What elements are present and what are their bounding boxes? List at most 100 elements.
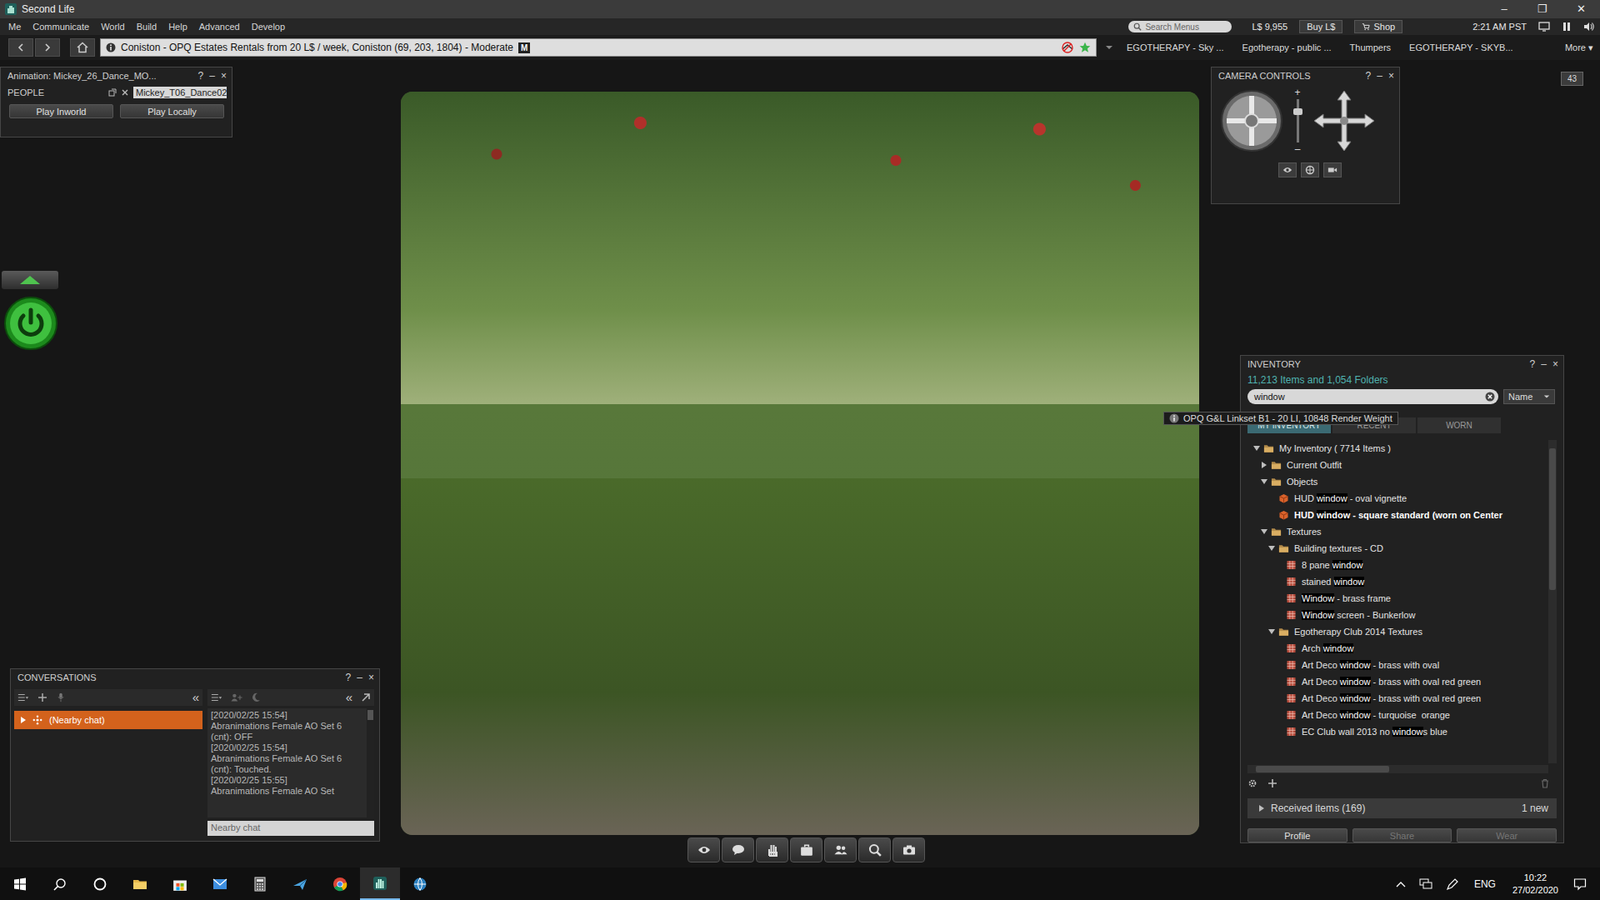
chat-toolbar-button[interactable] [721, 837, 755, 863]
pen-icon[interactable] [1445, 877, 1460, 891]
file-explorer-button[interactable] [120, 867, 160, 900]
expander[interactable] [1275, 727, 1284, 736]
balance[interactable]: L$ 9,955 [1251, 21, 1288, 32]
expander[interactable] [1275, 660, 1284, 670]
expander[interactable] [1260, 460, 1269, 470]
world-viewport[interactable]: Animation: Mickey_26_Dance_MO...?–× PEOPL… [0, 60, 1600, 868]
camera-toolbar-button[interactable] [687, 837, 720, 863]
trash-icon[interactable] [1540, 778, 1550, 789]
inventory-row[interactable]: Objects [1247, 473, 1549, 490]
camera-modes-button[interactable] [1300, 162, 1320, 178]
floater-control-button[interactable]: ? [1530, 358, 1536, 370]
inventory-toolbar-button[interactable] [790, 837, 823, 863]
inventory-row[interactable]: Art Deco window - brass with oval red gr… [1247, 690, 1549, 707]
expander-triangle-icon[interactable] [1268, 545, 1275, 551]
location-history-dropdown-icon[interactable] [1105, 43, 1114, 52]
moon-icon[interactable] [250, 692, 261, 703]
chat-scroll-thumb[interactable] [367, 710, 374, 720]
animation-floater-header[interactable]: Animation: Mickey_26_Dance_MO...?–× [0, 67, 232, 85]
speaker-icon[interactable] [1583, 20, 1595, 33]
location-field[interactable]: Coniston - OPQ Estates Rentals from 20 L… [100, 38, 1097, 57]
floater-control-button[interactable]: × [220, 70, 227, 82]
scene-view[interactable] [400, 91, 1200, 835]
expander[interactable] [1267, 544, 1276, 553]
window-control-button[interactable]: – [1485, 0, 1524, 19]
search-button[interactable] [40, 867, 80, 900]
gestures-toolbar-button[interactable] [755, 837, 789, 863]
chat-options-icon[interactable] [210, 691, 223, 704]
menu-item[interactable]: World [100, 21, 125, 32]
cortana-button[interactable] [80, 867, 120, 900]
plus-icon[interactable] [1267, 778, 1278, 789]
favorite-landmark[interactable]: EGOTHERAPY - Sky ... [1126, 42, 1225, 53]
expander-triangle-icon[interactable] [1253, 445, 1260, 451]
expander-triangle-icon[interactable] [1259, 805, 1265, 812]
expander-triangle-icon[interactable] [1268, 629, 1275, 635]
expander[interactable] [1252, 444, 1261, 453]
expander[interactable] [1275, 594, 1284, 603]
zoom-plus[interactable]: + [1294, 87, 1300, 98]
monitor-icon[interactable] [1538, 20, 1550, 33]
snapshot-toolbar-button[interactable] [892, 837, 925, 863]
view-options-icon[interactable] [17, 691, 30, 704]
back-button[interactable] [8, 38, 34, 57]
inventory-row[interactable]: Art Deco window - turquoise orange [1247, 706, 1549, 724]
forward-button[interactable] [35, 38, 60, 57]
buy-currency-button[interactable]: Buy L$ [1299, 20, 1343, 34]
nearby-chat-input[interactable]: Nearby chat [207, 820, 375, 836]
plus-icon[interactable] [37, 692, 48, 703]
inventory-row[interactable]: EC Club wall 2013 no windows blue [1247, 723, 1549, 740]
conversations-floater-header[interactable]: CONVERSATIONS?–× [10, 669, 380, 686]
floater-control-button[interactable]: – [209, 70, 215, 82]
camera-presets-button[interactable] [1278, 162, 1297, 178]
expander[interactable] [1267, 627, 1276, 636]
window-control-button[interactable]: ❐ [1523, 0, 1562, 19]
inventory-row[interactable]: HUD window - square standard (worn on Ce… [1247, 506, 1549, 524]
inventory-vertical-scrollbar[interactable] [1548, 440, 1557, 764]
inventory-row[interactable]: Window screen - Bunkerlow [1247, 606, 1549, 624]
collapse-list-button[interactable]: « [192, 690, 200, 705]
zoom-track[interactable] [1296, 99, 1300, 143]
expander[interactable] [1275, 577, 1284, 586]
inventory-sort-dropdown[interactable]: Name [1503, 389, 1555, 405]
expander-triangle-icon[interactable] [1261, 461, 1267, 469]
collapse-chat-button[interactable]: « [345, 690, 353, 705]
floater-control-button[interactable]: ? [345, 671, 352, 684]
inventory-row[interactable]: My Inventory ( 7714 Items ) [1247, 440, 1549, 457]
pause-icon[interactable] [1561, 21, 1572, 32]
animation-play-button[interactable]: Play Locally [120, 104, 225, 119]
chat-scrollbar[interactable] [366, 708, 375, 818]
floater-control-button[interactable]: ? [1365, 70, 1372, 82]
floater-control-button[interactable]: × [1388, 70, 1395, 82]
inventory-action-button[interactable]: Profile [1247, 828, 1348, 843]
people-tab-label[interactable]: PEOPLE [7, 87, 105, 98]
info-icon[interactable] [105, 42, 116, 53]
tear-off-arrow-icon[interactable] [360, 692, 371, 703]
zoom-slider[interactable]: +– [1291, 87, 1304, 155]
floater-control-button[interactable]: ? [198, 70, 205, 82]
calculator-button[interactable] [240, 867, 280, 900]
animation-play-button[interactable]: Play Inworld [9, 104, 114, 119]
inventory-row[interactable]: Window - brass frame [1247, 590, 1549, 607]
hud-power-button[interactable] [3, 295, 59, 351]
mail-app-button[interactable] [200, 867, 240, 900]
expander[interactable] [1260, 477, 1269, 486]
tray-chevron-icon[interactable] [1395, 879, 1406, 890]
zoom-minus[interactable]: – [1295, 144, 1301, 155]
search-toolbar-button[interactable] [858, 837, 891, 863]
conversation-item[interactable]: (Nearby chat) [14, 710, 203, 730]
dock-icon[interactable] [108, 88, 117, 97]
chrome-button[interactable] [320, 867, 360, 900]
inventory-row[interactable]: Textures [1247, 523, 1549, 540]
expander-triangle-icon[interactable] [20, 716, 26, 724]
zoom-thumb[interactable] [1293, 108, 1303, 115]
menu-item[interactable]: Advanced [199, 21, 240, 32]
inventory-floater-header[interactable]: INVENTORY?–× [1240, 355, 1564, 373]
close-x-icon[interactable] [120, 88, 130, 97]
inventory-tab[interactable]: WORN [1417, 417, 1501, 434]
horizontal-scroll-thumb[interactable] [1255, 765, 1390, 773]
add-person-icon[interactable] [230, 691, 243, 704]
inventory-row[interactable]: Art Deco window - brass with oval red gr… [1247, 673, 1549, 690]
microphone-icon[interactable] [55, 692, 66, 703]
floater-control-button[interactable]: – [1376, 70, 1383, 82]
